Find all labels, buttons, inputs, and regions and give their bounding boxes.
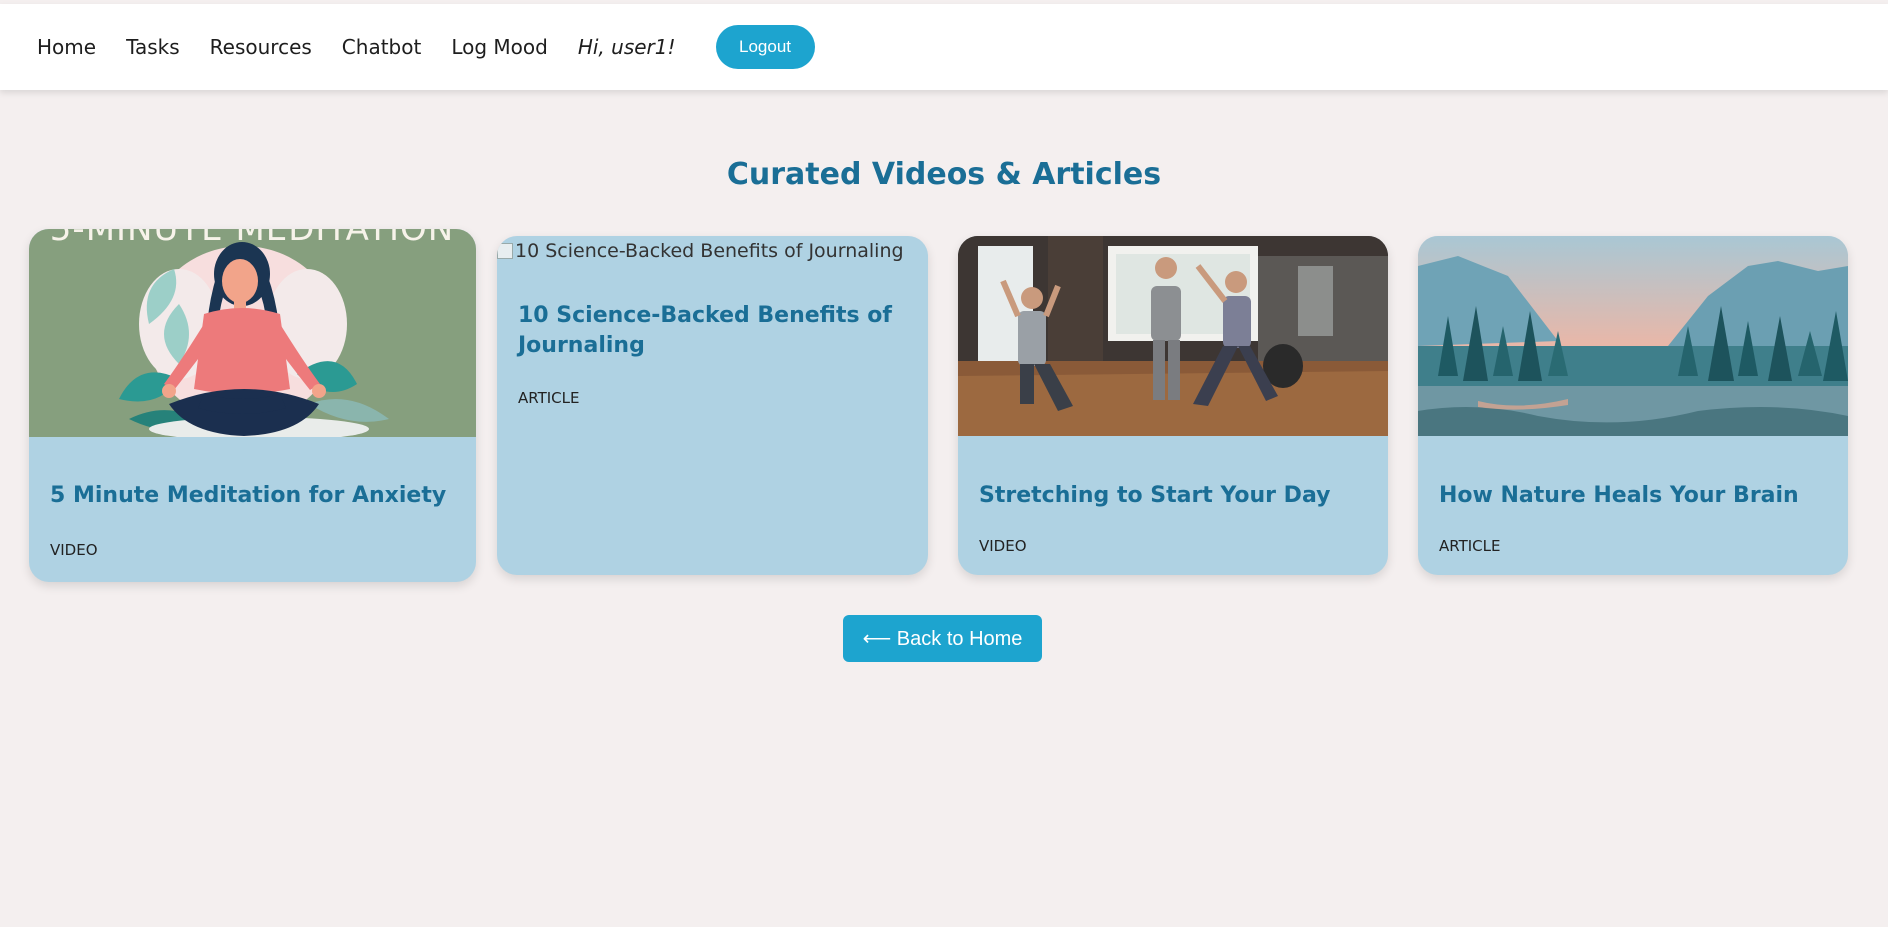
card-title[interactable]: 10 Science-Backed Benefits of Journaling xyxy=(518,301,907,361)
meditation-illustration-icon: 5-MINUTE MEDITATION xyxy=(50,229,453,437)
card-type-label: ARTICLE xyxy=(518,389,580,407)
stretching-photo-icon xyxy=(958,236,1388,436)
card-type-label: ARTICLE xyxy=(1439,537,1501,555)
card-type-label: VIDEO xyxy=(979,537,1027,555)
meditation-thumbnail[interactable]: 5-MINUTE MEDITATION xyxy=(29,229,476,437)
resource-card[interactable]: 10 Science-Backed Benefits of Journaling… xyxy=(497,236,928,575)
broken-image: 10 Science-Backed Benefits of Journaling xyxy=(497,240,904,262)
nature-thumbnail[interactable] xyxy=(1418,236,1848,436)
nav-home-link[interactable]: Home xyxy=(37,35,96,59)
card-title[interactable]: Stretching to Start Your Day xyxy=(979,481,1367,511)
resource-card[interactable]: How Nature Heals Your Brain ARTICLE xyxy=(1418,236,1848,575)
broken-image-icon xyxy=(497,243,513,259)
nav-tasks-link[interactable]: Tasks xyxy=(126,35,180,59)
navbar: Home Tasks Resources Chatbot Log Mood Hi… xyxy=(0,4,1888,90)
resource-card[interactable]: Stretching to Start Your Day VIDEO xyxy=(958,236,1388,575)
window-edge xyxy=(1888,0,1892,927)
nav-resources-link[interactable]: Resources xyxy=(210,35,312,59)
card-title[interactable]: 5 Minute Meditation for Anxiety xyxy=(50,481,455,511)
stretching-thumbnail[interactable] xyxy=(958,236,1388,436)
nav-log-mood-link[interactable]: Log Mood xyxy=(451,35,548,59)
resource-card[interactable]: 5-MINUTE MEDITATION 5 Minute Meditation … xyxy=(29,229,476,582)
nav-chatbot-link[interactable]: Chatbot xyxy=(342,35,422,59)
user-greeting: Hi, user1! xyxy=(577,35,676,59)
card-type-label: VIDEO xyxy=(50,541,98,559)
nature-landscape-icon xyxy=(1418,236,1848,436)
back-to-home-button[interactable]: ⟵ Back to Home xyxy=(843,615,1042,662)
logout-button[interactable]: Logout xyxy=(715,25,815,69)
broken-image-alt-text: 10 Science-Backed Benefits of Journaling xyxy=(515,240,904,262)
card-title[interactable]: How Nature Heals Your Brain xyxy=(1439,481,1827,511)
page-title: Curated Videos & Articles xyxy=(726,157,1162,192)
